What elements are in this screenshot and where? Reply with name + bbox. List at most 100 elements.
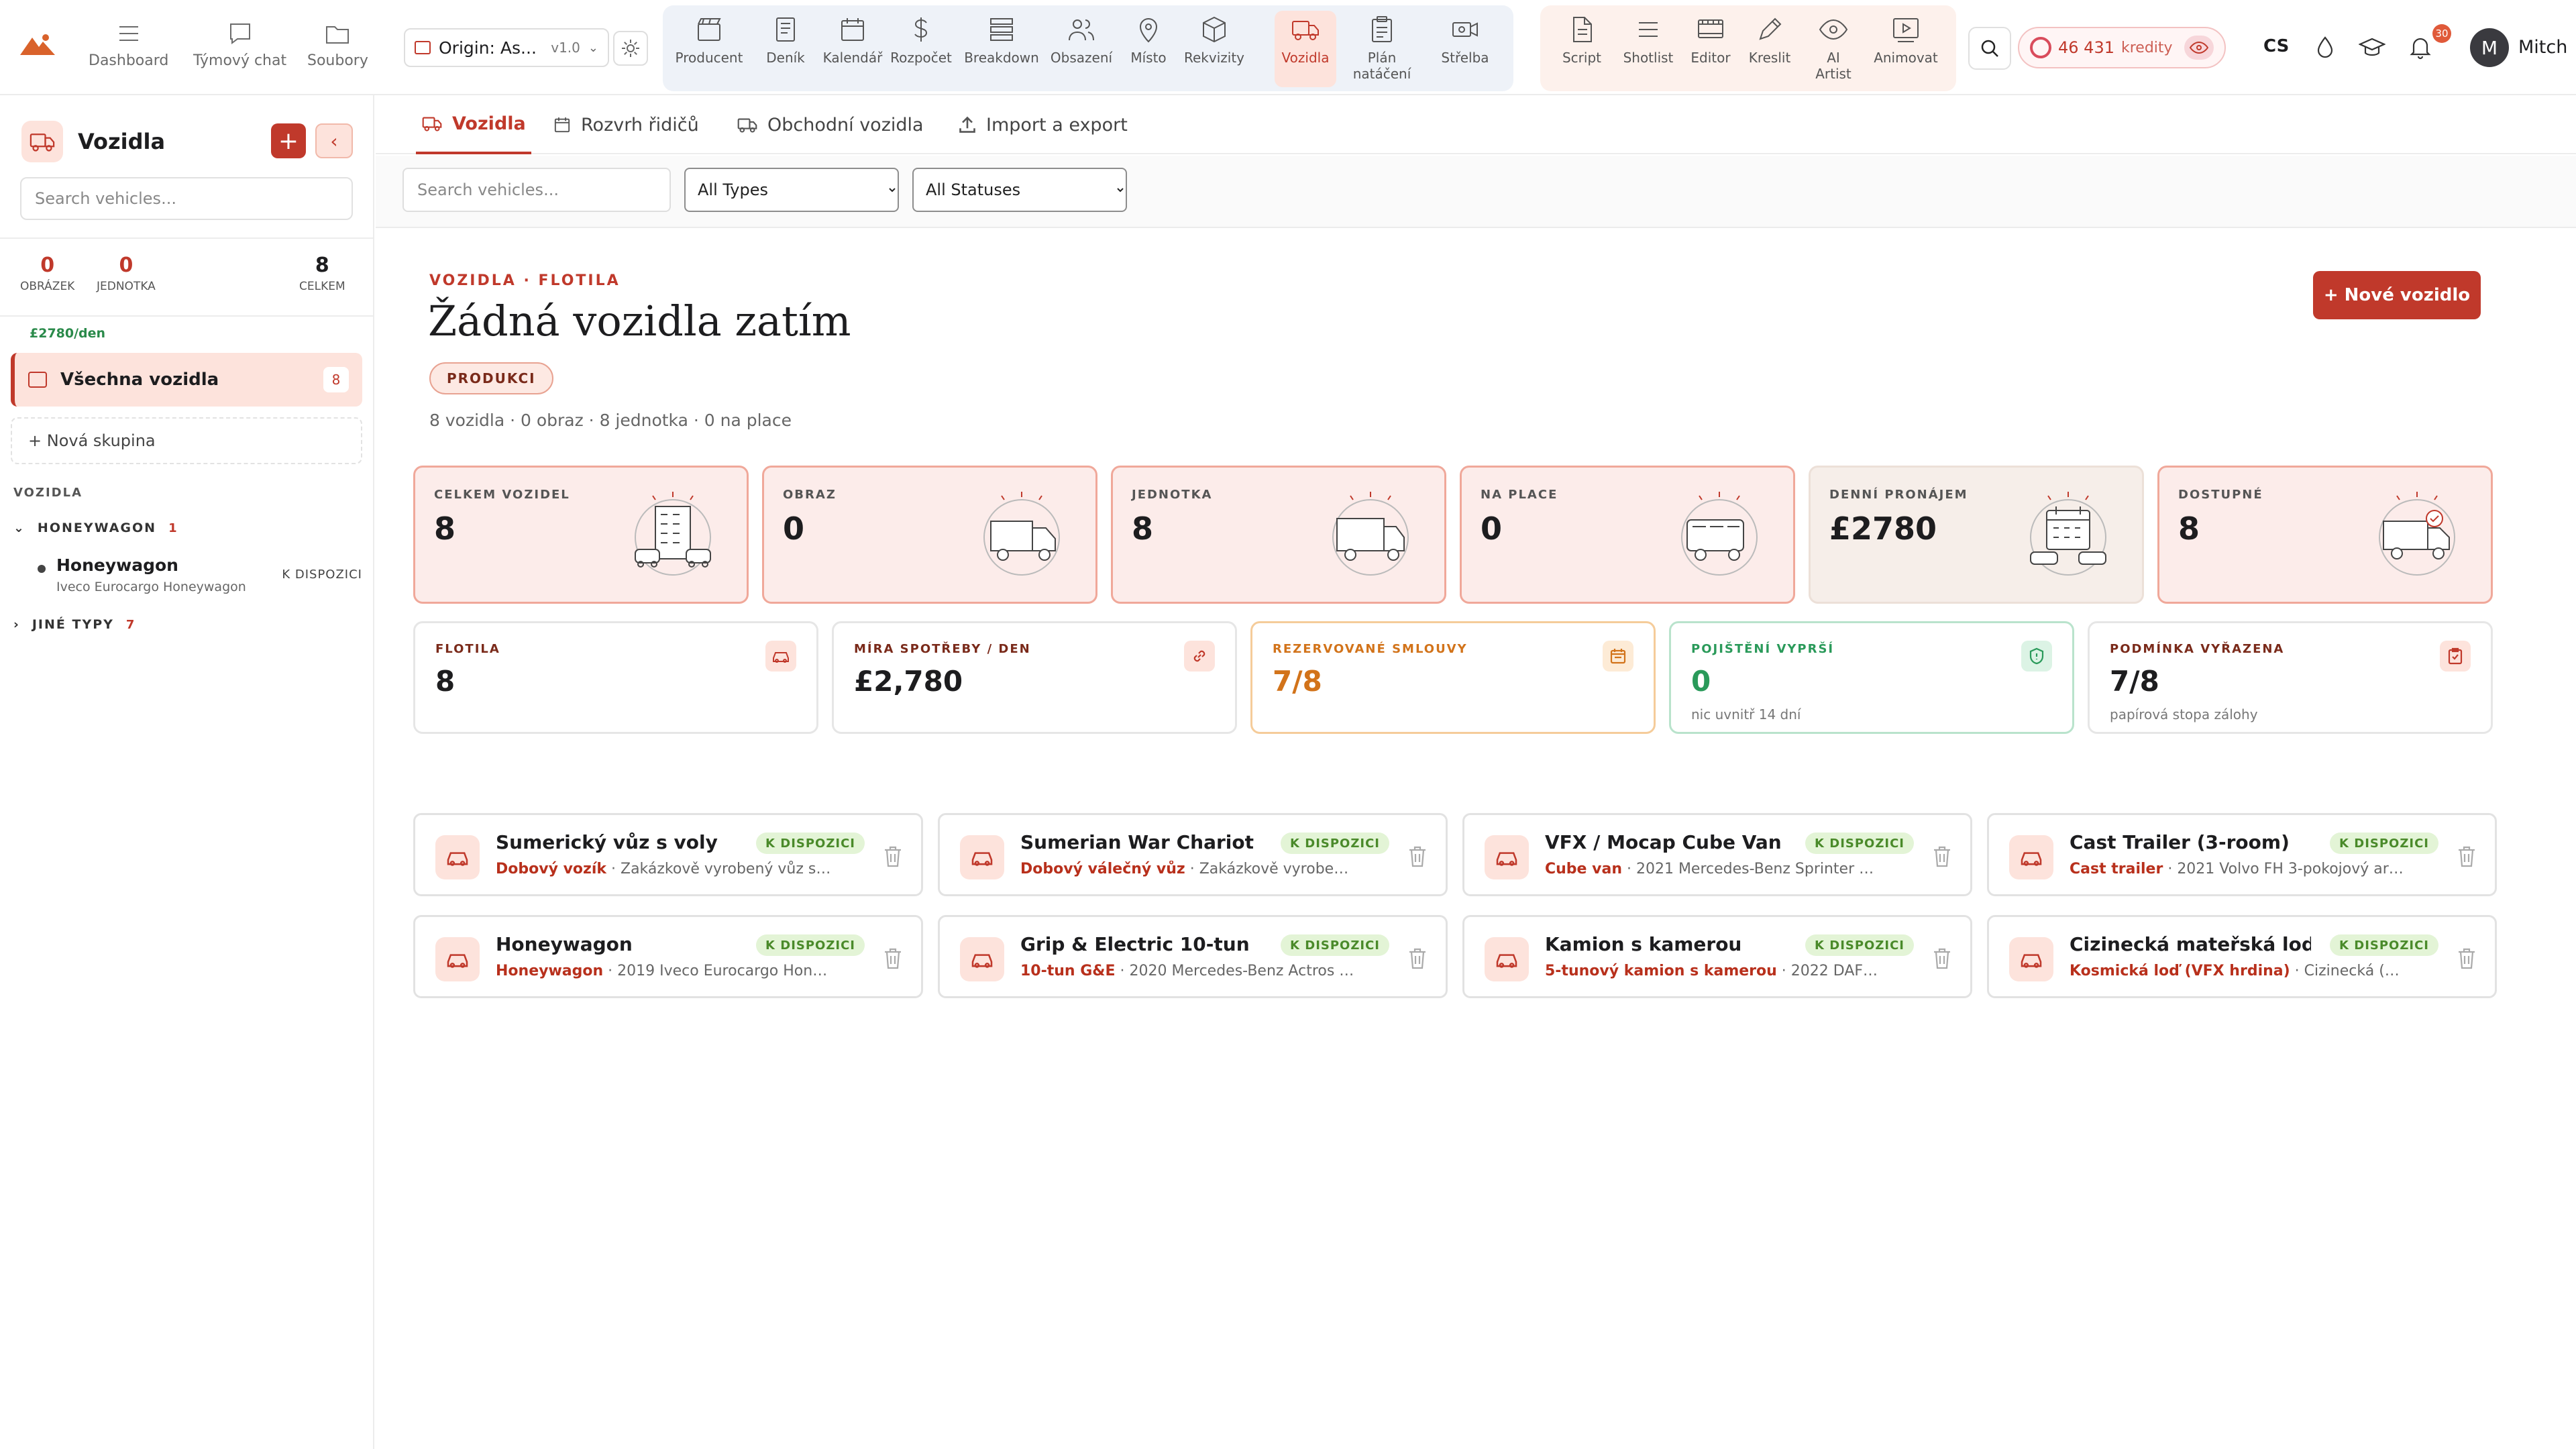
production-pill[interactable]: PRODUKCI [429,362,553,394]
tool-rekvizity[interactable]: Rekvizity [1181,15,1248,85]
vehicle-name: VFX / Mocap Cube Van [1545,831,1782,853]
type-filter-select[interactable]: All Types [684,168,899,212]
tool-breakdown[interactable]: Breakdown [962,15,1041,85]
tool-plan-nataceni[interactable]: Plán natáčení [1348,15,1415,85]
tab-commercial-vehicles[interactable]: Obchodní vozidla [737,95,924,154]
vehicle-card[interactable]: Honeywagon K DISPOZICI Honeywagon · 2019 I… [413,915,923,998]
nav-dashboard[interactable]: Dashboard [89,20,168,80]
menu-icon [119,26,138,41]
trash-icon[interactable] [882,845,904,869]
stat-card-label: OBRAZ [783,488,837,502]
clipboard-icon [2440,641,2471,672]
all-vehicles-item[interactable]: Všechna vozidla 8 [11,353,362,407]
tool-label: Producent [675,50,743,66]
drop-icon[interactable] [2312,34,2339,60]
trash-icon[interactable] [882,947,904,971]
vehicle-details: Cube van · 2021 Mercedes-Benz Sprinter c… [1545,861,1880,877]
global-search-button[interactable] [1968,27,2011,70]
tool-ai-artist[interactable]: AI Artist [1809,15,1858,85]
stat-card-value: 8 [1132,511,1154,547]
graduation-cap-icon[interactable] [2359,34,2385,60]
stat-card-available: DOSTUPNÉ 8 [2157,466,2493,604]
user-name[interactable]: Mitch [2518,37,2567,58]
vehicle-card[interactable]: Kamion s kamerou K DISPOZICI 5-tunový kami… [1462,915,1972,998]
vehicle-name: Sumerický vůz s voly [496,831,718,853]
tab-driver-schedule[interactable]: Rozvrh řidičů [553,95,699,154]
calendar-icon [1603,641,1633,672]
credits-widget[interactable]: 46 431 kredity [2018,27,2226,68]
tool-editor[interactable]: Editor [1682,15,1739,85]
car-icon [1485,835,1529,879]
tool-label: Vozidla [1281,50,1330,66]
vehicle-card[interactable]: VFX / Mocap Cube Van K DISPOZICI Cube van … [1462,813,1972,896]
app-logo-icon[interactable] [19,32,56,56]
credits-eye-icon[interactable] [2184,36,2214,60]
sidebar-vehicle-item[interactable]: Honeywagon Iveco Eurocargo Honeywagon K … [38,553,366,600]
vehicle-card[interactable]: Sumerický vůz s voly K DISPOZICI Dobový vo… [413,813,923,896]
trash-icon[interactable] [1931,947,1953,971]
status-filter-select[interactable]: All Statuses [912,168,1127,212]
calendar-illustration-icon [2030,492,2106,576]
vehicle-description: 2019 Iveco Eurocargo Hone... [617,963,831,979]
vehicle-name: Cizinecká mateřská loď [2070,933,2311,955]
box-icon [1203,16,1226,43]
group-other-types[interactable]: › JINÉ TYPY 7 [13,617,136,632]
tool-label: Deník [766,50,805,66]
tool-misto[interactable]: Místo [1122,15,1175,85]
stat-total: 8 CELKEM [299,254,345,293]
vehicle-card[interactable]: Cast Trailer (3-room) K DISPOZICI Cast tra… [1987,813,2497,896]
group-count: 1 [168,521,178,535]
metric-value: 8 [435,665,455,698]
bell-icon[interactable] [2407,34,2434,60]
folder-icon [415,41,431,54]
tool-obsazeni[interactable]: Obsazení [1046,15,1116,85]
vehicle-name: Honeywagon [56,555,178,575]
group-label: JINÉ TYPY [32,617,114,632]
new-group-button[interactable]: + Nová skupina [11,417,362,464]
vehicle-name: Grip & Electric 10-tun [1020,933,1250,955]
tool-label: Shotlist [1623,50,1674,66]
tool-script[interactable]: Script [1554,15,1610,85]
tool-rozpocet[interactable]: Rozpočet [890,15,953,85]
nav-files[interactable]: Soubory [307,20,368,80]
language-switcher[interactable]: CS [2263,36,2289,56]
tool-strelba[interactable]: Střelba [1433,15,1497,85]
group-honeywagon[interactable]: ⌄ HONEYWAGON 1 [13,521,178,535]
credits-label: kredity [2121,39,2173,56]
add-vehicle-button[interactable]: + [271,123,306,158]
vehicle-type: Cube van [1545,861,1622,877]
tab-vehicles[interactable]: Vozidla [416,95,531,154]
trash-icon[interactable] [1931,845,1953,869]
trash-icon[interactable] [1407,947,1428,971]
trash-icon[interactable] [1407,845,1428,869]
tool-denik[interactable]: Deník [754,15,817,85]
calendar-icon [554,117,570,133]
project-settings-button[interactable] [613,31,648,66]
avatar[interactable]: M [2470,28,2509,67]
trash-icon[interactable] [2456,845,2477,869]
tab-import-export[interactable]: Import a export [958,95,1128,154]
credits-amount: 46 431 [2058,38,2114,57]
vehicle-card[interactable]: Sumerian War Chariot K DISPOZICI Dobový vá… [938,813,1448,896]
metric-label: POJIŠTĚNÍ VYPRŠÍ [1691,642,1835,656]
fleet-summary: 8 vozidla · 0 obraz · 8 jednotka · 0 na … [429,411,792,430]
tool-producent[interactable]: Producent [672,15,746,85]
nav-team-chat[interactable]: Týmový chat [193,20,286,80]
vehicle-search-input[interactable] [402,168,671,212]
building-illustration-icon [635,492,711,576]
tool-kalendar[interactable]: Kalendář [821,15,884,85]
collapse-sidebar-button[interactable]: ‹ [315,123,353,158]
sidebar-search-input[interactable] [20,177,353,220]
tool-kreslit[interactable]: Kreslit [1741,15,1798,85]
tool-vozidla[interactable]: Vozidla [1275,11,1336,87]
dollar-icon [914,17,928,42]
vehicle-card[interactable]: Cizinecká mateřská loď K DISPOZICI Kosmick… [1987,915,2497,998]
tool-label: Střelba [1441,50,1489,66]
vehicle-card[interactable]: Grip & Electric 10-tun K DISPOZICI 10-tun … [938,915,1448,998]
new-vehicle-button[interactable]: + Nové vozidlo [2313,271,2481,319]
top-bar: Dashboard Týmový chat Soubory Origin: As… [0,0,2576,95]
trash-icon[interactable] [2456,947,2477,971]
tool-animovat[interactable]: Animovat [1869,15,1943,85]
project-selector[interactable]: Origin: As... v1.0 ⌄ [404,28,609,67]
tool-shotlist[interactable]: Shotlist [1617,15,1680,85]
